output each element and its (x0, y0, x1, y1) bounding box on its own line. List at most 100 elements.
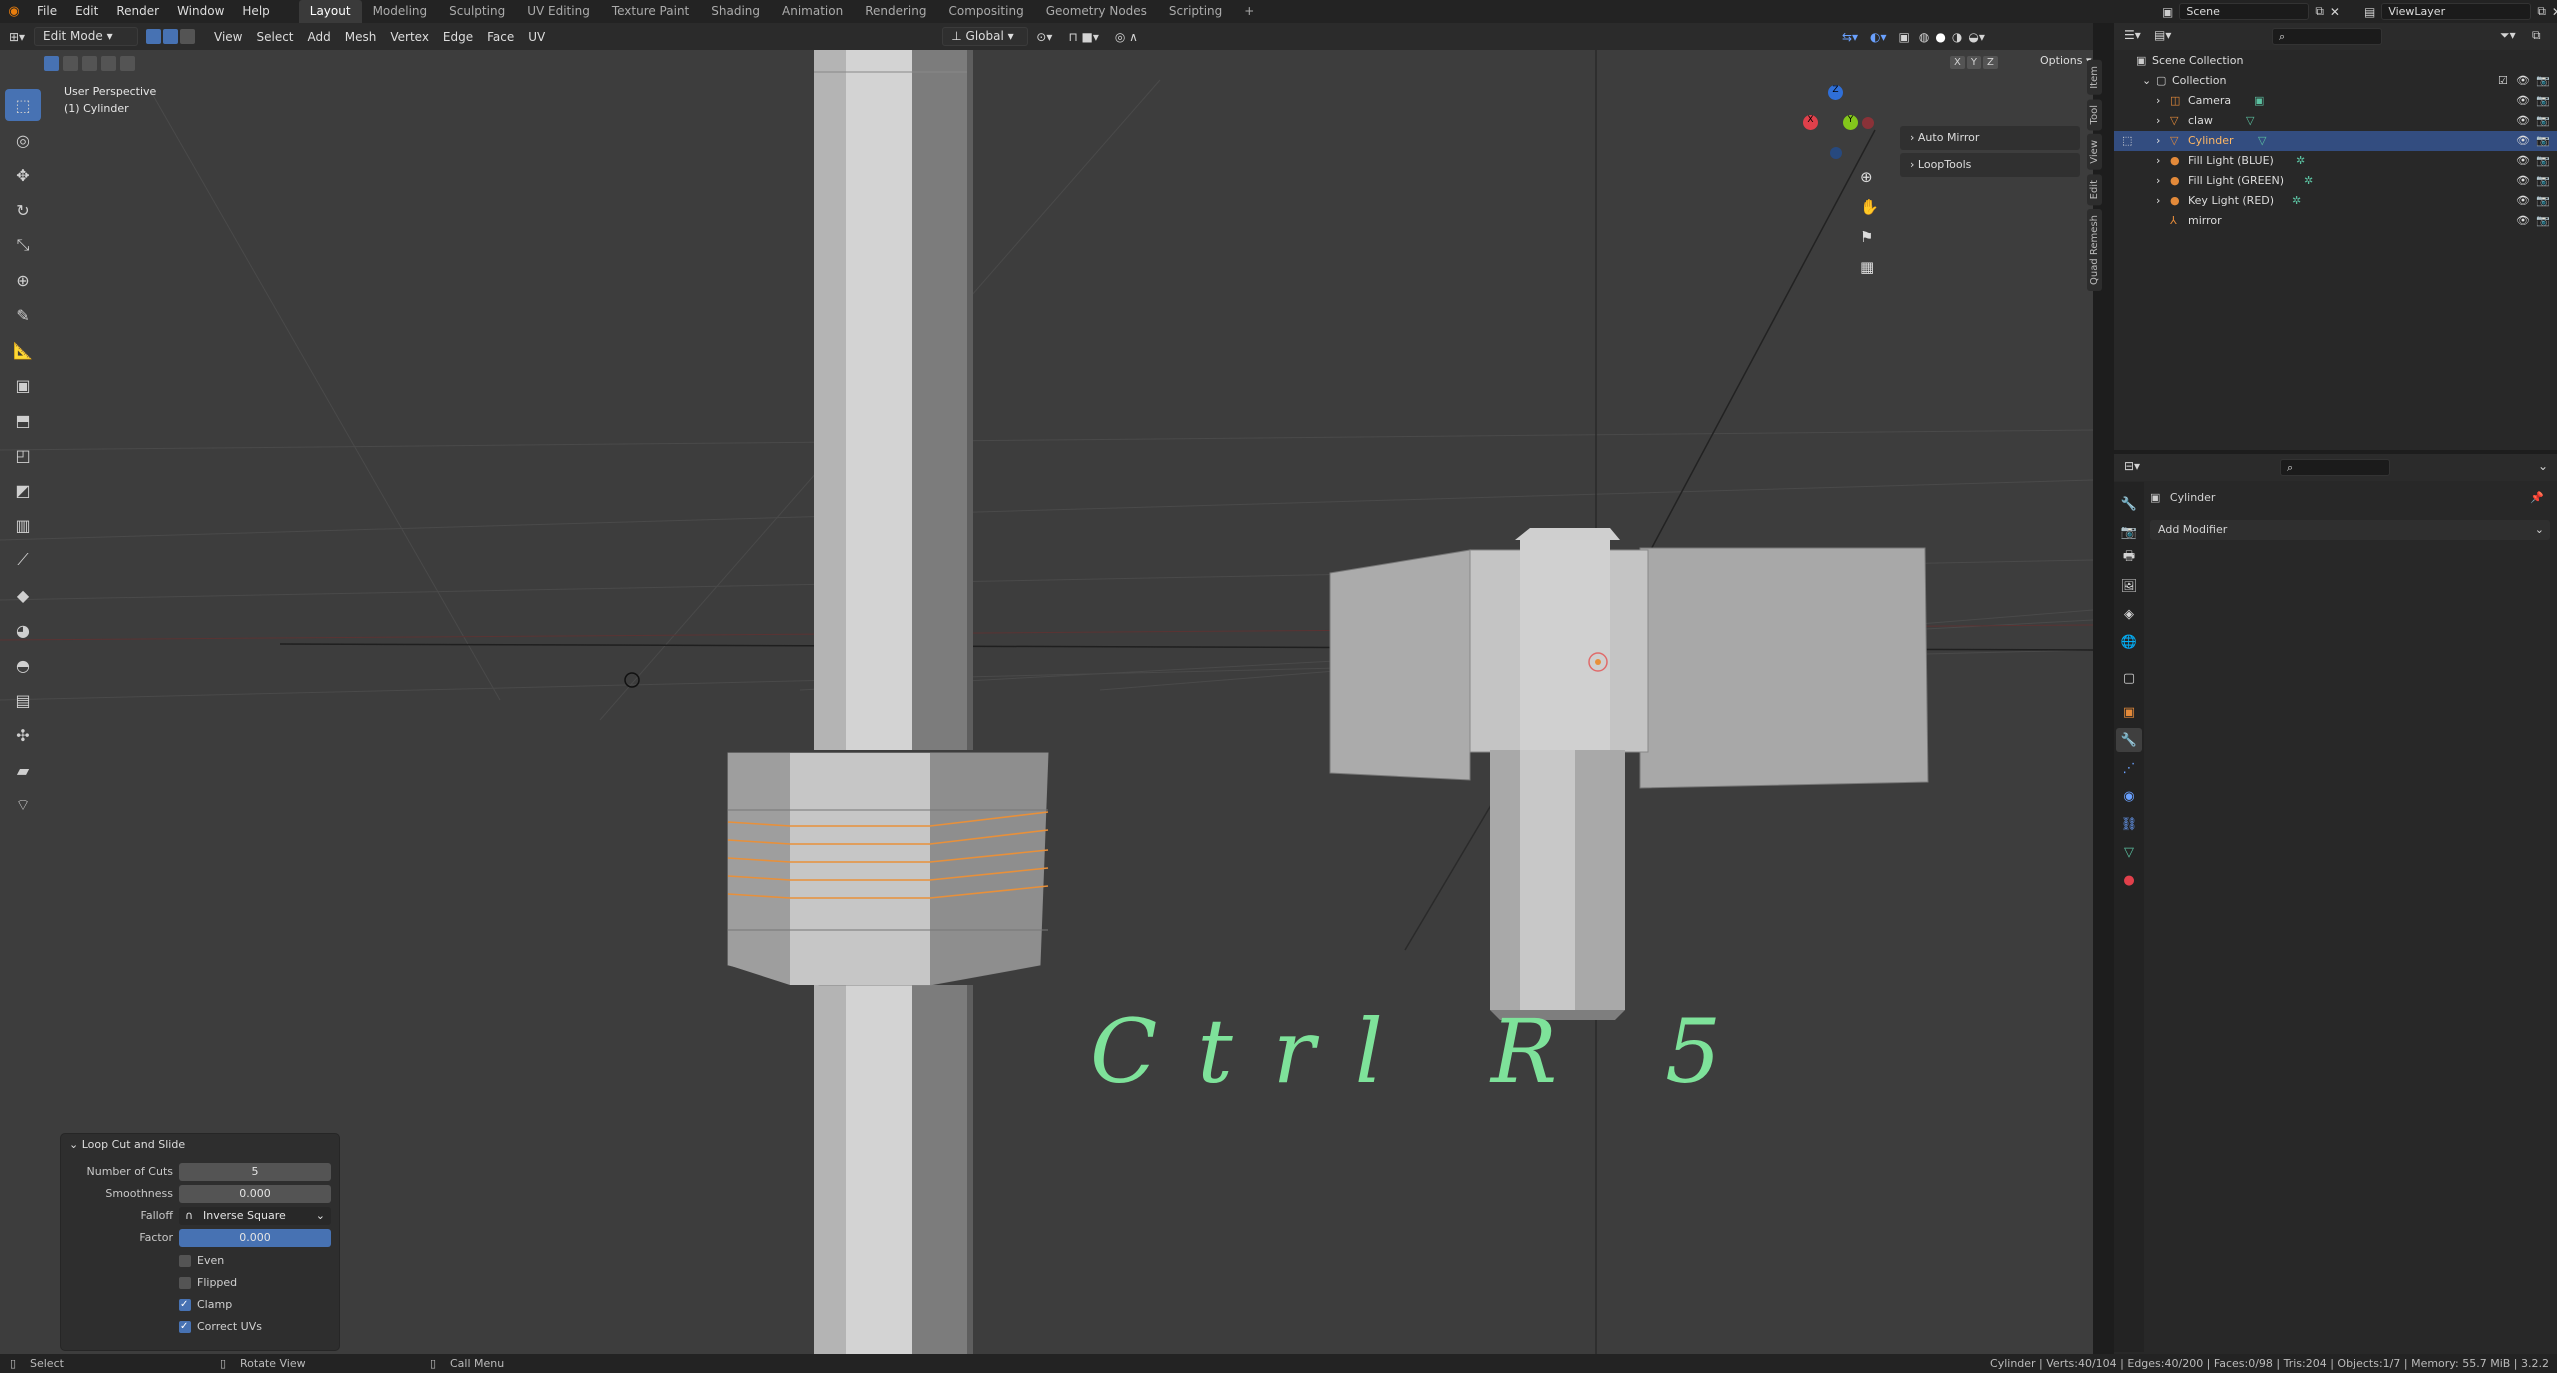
tab-quad-remesh[interactable]: Quad Remesh (2087, 209, 2102, 292)
world-properties-icon[interactable]: 🌐 (2116, 630, 2142, 654)
properties-editor-icon[interactable]: ⊟▾ (2124, 459, 2140, 473)
tab-animation[interactable]: Animation (771, 0, 854, 23)
render-camera-icon[interactable]: 📷 (2536, 71, 2550, 91)
expand-arrow-icon[interactable]: › (2156, 151, 2160, 171)
new-view-layer-icon[interactable]: ⧉ (2537, 4, 2546, 19)
tab-scripting[interactable]: Scripting (1158, 0, 1233, 23)
number-of-cuts-field[interactable]: 5 (179, 1163, 331, 1181)
output-properties-icon[interactable]: 🖶 (2116, 546, 2142, 570)
pan-hand-icon[interactable]: ✋ (1860, 198, 1879, 216)
tab-modeling[interactable]: Modeling (362, 0, 439, 23)
xray-toggle-icon[interactable]: ▣ (1893, 30, 1916, 44)
menu-face[interactable]: Face (480, 30, 521, 44)
even-checkbox[interactable] (179, 1255, 191, 1267)
tab-layout[interactable]: Layout (298, 0, 362, 23)
snap-icon[interactable]: ⊓ ■▾ (1060, 30, 1107, 44)
view-layer-field[interactable]: ViewLayer (2381, 3, 2532, 20)
menu-vertex[interactable]: Vertex (383, 30, 436, 44)
shear-tool-icon[interactable]: ▰ (5, 754, 41, 786)
render-camera-icon[interactable]: 📷 (2536, 171, 2550, 191)
gizmo-neg-x-axis[interactable] (1862, 117, 1874, 129)
physics-properties-icon[interactable]: ◉ (2116, 784, 2142, 808)
add-cube-tool-icon[interactable]: ▣ (5, 369, 41, 401)
knife-tool-icon[interactable]: ⟋ (5, 544, 41, 576)
gizmo-neg-z-axis[interactable] (1830, 147, 1842, 159)
select-subtract-icon[interactable] (82, 56, 97, 71)
select-extend-icon[interactable] (63, 56, 78, 71)
proportional-edit-icon[interactable]: ◎ ∧ (1107, 30, 1146, 44)
tab-tool[interactable]: Tool (2087, 98, 2102, 131)
scene-properties-icon[interactable]: ◈ (2116, 602, 2142, 626)
move-tool-icon[interactable]: ✥ (5, 159, 41, 191)
expand-arrow-icon[interactable]: › (2156, 171, 2160, 191)
face-select-mode-icon[interactable] (180, 29, 195, 44)
vertex-select-mode-icon[interactable] (146, 29, 161, 44)
tab-compositing[interactable]: Compositing (937, 0, 1034, 23)
tab-item[interactable]: Item (2087, 60, 2102, 95)
tab-geometry-nodes[interactable]: Geometry Nodes (1035, 0, 1158, 23)
smoothness-field[interactable]: 0.000 (179, 1185, 331, 1203)
delete-scene-icon[interactable]: ✕ (2330, 5, 2340, 19)
gizmo-y-axis[interactable]: Y (1843, 115, 1858, 130)
flipped-row[interactable]: Flipped (61, 1273, 341, 1293)
transform-orientation-dropdown[interactable]: ⊥ Global ▾ (942, 27, 1029, 46)
visibility-eye-icon[interactable]: 👁 (2516, 211, 2530, 231)
operator-panel-title[interactable]: ⌄ Loop Cut and Slide (69, 1138, 185, 1151)
flipped-checkbox[interactable] (179, 1277, 191, 1289)
menu-edit[interactable]: Edit (66, 0, 107, 23)
axis-y-toggle[interactable]: Y (1966, 56, 1981, 69)
view-layer-properties-icon[interactable]: 🖼 (2116, 574, 2142, 598)
tall-pillar-mesh[interactable] (814, 50, 973, 1354)
factor-field[interactable]: 0.000 (179, 1229, 331, 1247)
menu-file[interactable]: File (28, 0, 66, 23)
even-row[interactable]: Even (61, 1251, 341, 1271)
select-invert-icon[interactable] (101, 56, 116, 71)
render-camera-icon[interactable]: 📷 (2536, 131, 2550, 151)
3d-viewport[interactable]: User Perspective (1) Cylinder Ctrl R 5 Z… (0, 50, 2093, 1354)
camera-view-icon[interactable]: ⚑ (1860, 228, 1873, 246)
outliner-item-key-light-red[interactable]: › ● Key Light (RED) ✲ 👁 📷 (2114, 191, 2557, 211)
gizmo-x-axis[interactable]: X (1803, 115, 1818, 130)
outliner-item-fill-light-blue[interactable]: › ● Fill Light (BLUE) ✲ 👁 📷 (2114, 151, 2557, 171)
scene-collection-row[interactable]: ▣ Scene Collection (2114, 51, 2557, 71)
tab-sculpting[interactable]: Sculpting (438, 0, 516, 23)
render-properties-icon[interactable]: 📷 (2116, 520, 2142, 544)
rip-tool-icon[interactable]: ⌔ (5, 789, 41, 821)
auto-mirror-panel[interactable]: › Auto Mirror (1900, 126, 2080, 150)
measure-tool-icon[interactable]: 📐 (5, 334, 41, 366)
rendered-shading-icon[interactable]: ◒▾ (1965, 30, 1988, 44)
viewport-gizmo-toggle-icon[interactable]: ⇆▾ (1836, 30, 1864, 44)
outliner-item-cylinder[interactable]: ⬚ › ▽ Cylinder ▽ 👁 📷 (2114, 131, 2557, 151)
loop-cut-tool-icon[interactable]: ▥ (5, 509, 41, 541)
edge-select-mode-icon[interactable] (163, 29, 178, 44)
render-camera-icon[interactable]: 📷 (2536, 91, 2550, 111)
data-properties-icon[interactable]: ▽ (2116, 840, 2142, 864)
annotate-tool-icon[interactable]: ✎ (5, 299, 41, 331)
new-collection-icon[interactable]: ⧉ (2532, 28, 2541, 43)
outliner-search-input[interactable]: ⌕ (2272, 28, 2382, 45)
claw-mesh[interactable] (1329, 528, 1929, 1020)
new-scene-icon[interactable]: ⧉ (2315, 4, 2324, 19)
visibility-eye-icon[interactable]: 👁 (2516, 171, 2530, 191)
render-camera-icon[interactable]: 📷 (2536, 111, 2550, 131)
correct-uvs-row[interactable]: ✓ Correct UVs (61, 1317, 341, 1337)
loop-cut-operator-panel[interactable]: ⌄ Loop Cut and Slide Number of Cuts 5 Sm… (60, 1133, 340, 1351)
tab-rendering[interactable]: Rendering (854, 0, 937, 23)
tab-uv-editing[interactable]: UV Editing (516, 0, 601, 23)
edge-slide-tool-icon[interactable]: ▤ (5, 684, 41, 716)
clamp-row[interactable]: ✓ Clamp (61, 1295, 341, 1315)
material-shading-icon[interactable]: ◑ (1949, 30, 1965, 44)
visibility-eye-icon[interactable]: 👁 (2516, 131, 2530, 151)
expand-arrow-icon[interactable]: › (2156, 191, 2160, 211)
shrink-fatten-tool-icon[interactable]: ✣ (5, 719, 41, 751)
outliner-item-fill-light-green[interactable]: › ● Fill Light (GREEN) ✲ 👁 📷 (2114, 171, 2557, 191)
bevel-tool-icon[interactable]: ◩ (5, 474, 41, 506)
constraints-properties-icon[interactable]: ⛓ (2116, 812, 2142, 836)
include-checkbox-icon[interactable]: ☑ (2498, 71, 2508, 91)
display-mode-icon[interactable]: ▤▾ (2154, 28, 2171, 42)
axis-z-toggle[interactable]: Z (1982, 56, 1998, 69)
outliner-item-camera[interactable]: › ◫ Camera ▣ 👁 📷 (2114, 91, 2557, 111)
blender-logo-icon[interactable]: ◉ (0, 4, 28, 19)
menu-add[interactable]: Add (301, 30, 338, 44)
tab-view[interactable]: View (2087, 134, 2102, 170)
